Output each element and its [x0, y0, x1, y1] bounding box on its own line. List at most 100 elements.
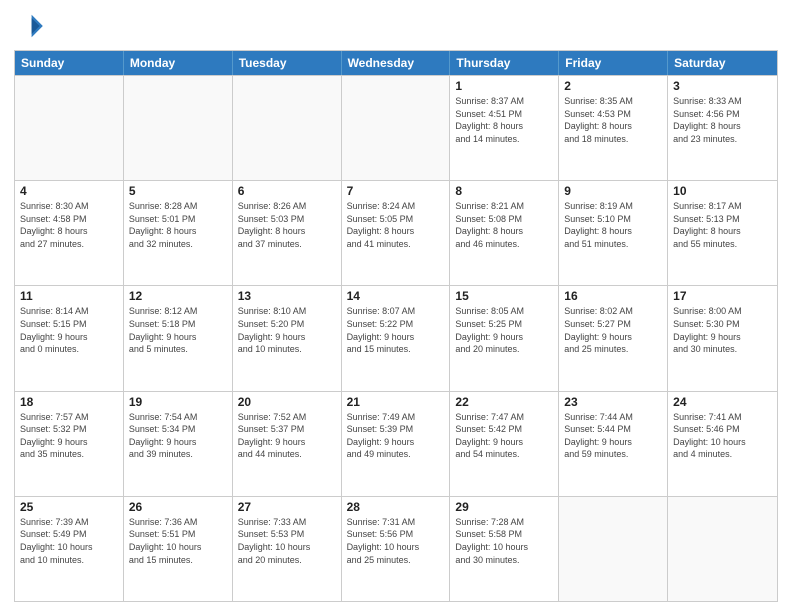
day-number: 9 [564, 184, 662, 198]
day-number: 24 [673, 395, 772, 409]
calendar-cell [233, 76, 342, 180]
day-info: Sunrise: 8:02 AM Sunset: 5:27 PM Dayligh… [564, 305, 662, 355]
day-number: 4 [20, 184, 118, 198]
day-number: 16 [564, 289, 662, 303]
header-day-monday: Monday [124, 51, 233, 75]
day-info: Sunrise: 7:47 AM Sunset: 5:42 PM Dayligh… [455, 411, 553, 461]
day-number: 2 [564, 79, 662, 93]
calendar-cell: 12 Sunrise: 8:12 AM Sunset: 5:18 PM Dayli… [124, 286, 233, 390]
calendar-cell: 27Sunrise: 7:33 AM Sunset: 5:53 PM Dayli… [233, 497, 342, 601]
day-info: Sunrise: 8:37 AM Sunset: 4:51 PM Dayligh… [455, 95, 553, 145]
day-info: Sunrise: 8:17 AM Sunset: 5:13 PM Dayligh… [673, 200, 772, 250]
calendar-cell: 9Sunrise: 8:19 AM Sunset: 5:10 PM Daylig… [559, 181, 668, 285]
day-number: 5 [129, 184, 227, 198]
page: SundayMondayTuesdayWednesdayThursdayFrid… [0, 0, 792, 612]
day-number: 25 [20, 500, 118, 514]
day-info: Sunrise: 7:39 AM Sunset: 5:49 PM Dayligh… [20, 516, 118, 566]
day-number: 12 [129, 289, 227, 303]
day-info: Sunrise: 7:52 AM Sunset: 5:37 PM Dayligh… [238, 411, 336, 461]
calendar-body: 1 Sunrise: 8:37 AM Sunset: 4:51 PM Daylig… [15, 75, 777, 601]
calendar-cell: 17 Sunrise: 8:00 AM Sunset: 5:30 PM Dayli… [668, 286, 777, 390]
day-info: Sunrise: 8:30 AM Sunset: 4:58 PM Dayligh… [20, 200, 118, 250]
calendar: SundayMondayTuesdayWednesdayThursdayFrid… [14, 50, 778, 602]
day-number: 28 [347, 500, 445, 514]
calendar-cell: 4 Sunrise: 8:30 AM Sunset: 4:58 PM Daylig… [15, 181, 124, 285]
calendar-cell: 15 Sunrise: 8:05 AM Sunset: 5:25 PM Dayli… [450, 286, 559, 390]
day-info: Sunrise: 8:33 AM Sunset: 4:56 PM Dayligh… [673, 95, 772, 145]
day-info: Sunrise: 7:28 AM Sunset: 5:58 PM Dayligh… [455, 516, 553, 566]
day-number: 18 [20, 395, 118, 409]
day-number: 15 [455, 289, 553, 303]
day-number: 22 [455, 395, 553, 409]
header-day-wednesday: Wednesday [342, 51, 451, 75]
day-info: Sunrise: 8:28 AM Sunset: 5:01 PM Dayligh… [129, 200, 227, 250]
calendar-cell: 29 Sunrise: 7:28 AM Sunset: 5:58 PM Dayli… [450, 497, 559, 601]
calendar-cell: 16 Sunrise: 8:02 AM Sunset: 5:27 PM Dayli… [559, 286, 668, 390]
calendar-cell [559, 497, 668, 601]
logo [14, 10, 50, 42]
calendar-cell: 26Sunrise: 7:36 AM Sunset: 5:51 PM Dayli… [124, 497, 233, 601]
calendar-cell: 22 Sunrise: 7:47 AM Sunset: 5:42 PM Dayli… [450, 392, 559, 496]
day-info: Sunrise: 8:12 AM Sunset: 5:18 PM Dayligh… [129, 305, 227, 355]
day-number: 20 [238, 395, 336, 409]
day-info: Sunrise: 7:57 AM Sunset: 5:32 PM Dayligh… [20, 411, 118, 461]
day-info: Sunrise: 7:44 AM Sunset: 5:44 PM Dayligh… [564, 411, 662, 461]
calendar-cell: 3 Sunrise: 8:33 AM Sunset: 4:56 PM Daylig… [668, 76, 777, 180]
calendar-cell [15, 76, 124, 180]
calendar-cell [668, 497, 777, 601]
calendar-cell: 19Sunrise: 7:54 AM Sunset: 5:34 PM Dayli… [124, 392, 233, 496]
day-number: 13 [238, 289, 336, 303]
header-day-friday: Friday [559, 51, 668, 75]
calendar-cell: 25 Sunrise: 7:39 AM Sunset: 5:49 PM Dayli… [15, 497, 124, 601]
calendar-cell: 7 Sunrise: 8:24 AM Sunset: 5:05 PM Daylig… [342, 181, 451, 285]
calendar-cell: 21 Sunrise: 7:49 AM Sunset: 5:39 PM Dayli… [342, 392, 451, 496]
day-number: 11 [20, 289, 118, 303]
calendar-cell: 14 Sunrise: 8:07 AM Sunset: 5:22 PM Dayli… [342, 286, 451, 390]
calendar-cell: 2 Sunrise: 8:35 AM Sunset: 4:53 PM Daylig… [559, 76, 668, 180]
day-info: Sunrise: 8:21 AM Sunset: 5:08 PM Dayligh… [455, 200, 553, 250]
day-number: 26 [129, 500, 227, 514]
calendar-header-row: SundayMondayTuesdayWednesdayThursdayFrid… [15, 51, 777, 75]
day-number: 19 [129, 395, 227, 409]
day-number: 14 [347, 289, 445, 303]
day-info: Sunrise: 7:49 AM Sunset: 5:39 PM Dayligh… [347, 411, 445, 461]
day-number: 17 [673, 289, 772, 303]
calendar-week-4: 18 Sunrise: 7:57 AM Sunset: 5:32 PM Dayli… [15, 391, 777, 496]
day-info: Sunrise: 8:35 AM Sunset: 4:53 PM Dayligh… [564, 95, 662, 145]
header-day-saturday: Saturday [668, 51, 777, 75]
calendar-cell: 23 Sunrise: 7:44 AM Sunset: 5:44 PM Dayli… [559, 392, 668, 496]
calendar-cell: 1 Sunrise: 8:37 AM Sunset: 4:51 PM Daylig… [450, 76, 559, 180]
day-number: 27 [238, 500, 336, 514]
calendar-cell: 24Sunrise: 7:41 AM Sunset: 5:46 PM Dayli… [668, 392, 777, 496]
calendar-cell [342, 76, 451, 180]
day-number: 1 [455, 79, 553, 93]
day-info: Sunrise: 8:00 AM Sunset: 5:30 PM Dayligh… [673, 305, 772, 355]
calendar-cell: 13Sunrise: 8:10 AM Sunset: 5:20 PM Dayli… [233, 286, 342, 390]
day-info: Sunrise: 8:05 AM Sunset: 5:25 PM Dayligh… [455, 305, 553, 355]
header-day-sunday: Sunday [15, 51, 124, 75]
day-number: 3 [673, 79, 772, 93]
header-day-tuesday: Tuesday [233, 51, 342, 75]
calendar-cell [124, 76, 233, 180]
calendar-cell: 20 Sunrise: 7:52 AM Sunset: 5:37 PM Dayli… [233, 392, 342, 496]
calendar-week-3: 11 Sunrise: 8:14 AM Sunset: 5:15 PM Dayli… [15, 285, 777, 390]
calendar-cell: 28Sunrise: 7:31 AM Sunset: 5:56 PM Dayli… [342, 497, 451, 601]
day-number: 10 [673, 184, 772, 198]
day-number: 6 [238, 184, 336, 198]
calendar-week-2: 4 Sunrise: 8:30 AM Sunset: 4:58 PM Daylig… [15, 180, 777, 285]
day-info: Sunrise: 8:24 AM Sunset: 5:05 PM Dayligh… [347, 200, 445, 250]
calendar-cell: 18 Sunrise: 7:57 AM Sunset: 5:32 PM Dayli… [15, 392, 124, 496]
calendar-cell: 10 Sunrise: 8:17 AM Sunset: 5:13 PM Dayli… [668, 181, 777, 285]
day-number: 29 [455, 500, 553, 514]
day-info: Sunrise: 8:14 AM Sunset: 5:15 PM Dayligh… [20, 305, 118, 355]
day-number: 23 [564, 395, 662, 409]
day-info: Sunrise: 8:07 AM Sunset: 5:22 PM Dayligh… [347, 305, 445, 355]
header-day-thursday: Thursday [450, 51, 559, 75]
day-number: 21 [347, 395, 445, 409]
calendar-cell: 11 Sunrise: 8:14 AM Sunset: 5:15 PM Dayli… [15, 286, 124, 390]
day-info: Sunrise: 8:26 AM Sunset: 5:03 PM Dayligh… [238, 200, 336, 250]
calendar-cell: 8Sunrise: 8:21 AM Sunset: 5:08 PM Daylig… [450, 181, 559, 285]
calendar-cell: 5 Sunrise: 8:28 AM Sunset: 5:01 PM Daylig… [124, 181, 233, 285]
logo-icon [14, 10, 46, 42]
day-number: 7 [347, 184, 445, 198]
